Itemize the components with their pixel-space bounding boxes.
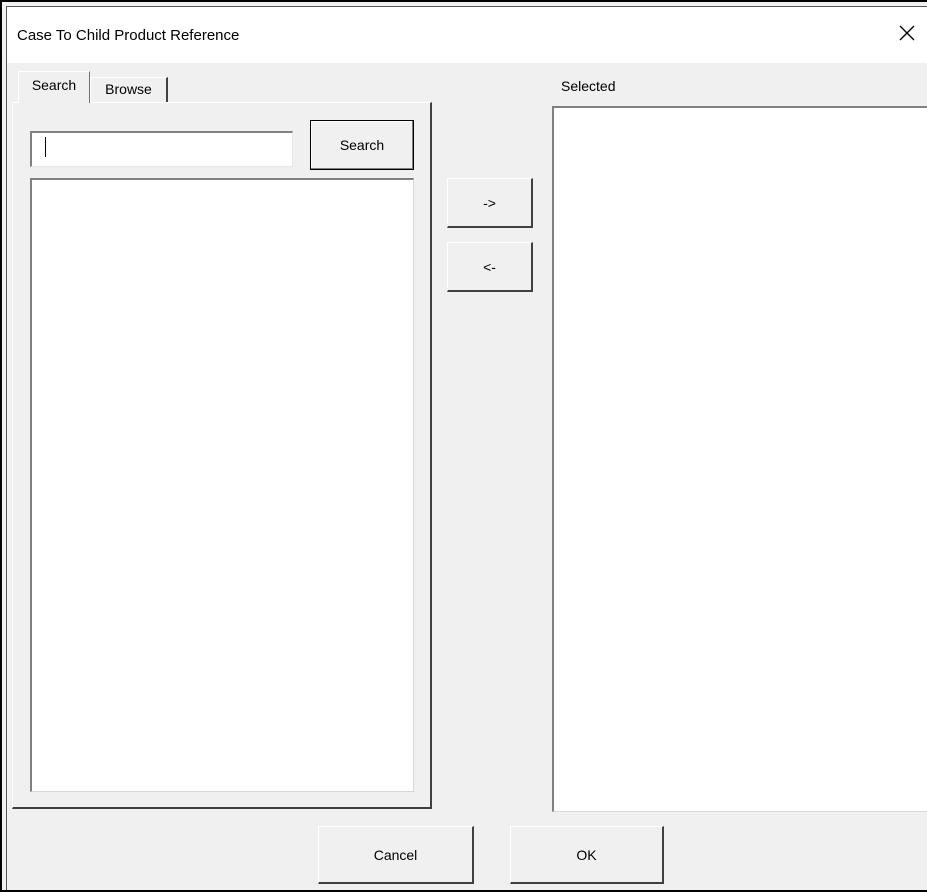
- title-bar: Case To Child Product Reference: [7, 7, 927, 63]
- tab-browse-label: Browse: [105, 81, 152, 97]
- add-to-selected-label: ->: [483, 194, 496, 211]
- search-button[interactable]: Search: [310, 120, 414, 170]
- selected-list[interactable]: [552, 106, 927, 812]
- selected-label: Selected: [561, 78, 616, 94]
- text-caret: [45, 137, 46, 157]
- ok-button[interactable]: OK: [510, 826, 664, 884]
- remove-from-selected-button[interactable]: <-: [447, 242, 533, 292]
- search-button-label: Search: [339, 137, 385, 153]
- search-input[interactable]: [30, 131, 293, 167]
- close-button[interactable]: [895, 21, 919, 45]
- window-title: Case To Child Product Reference: [17, 27, 240, 44]
- tab-search[interactable]: Search: [18, 71, 90, 103]
- cancel-button-label: Cancel: [373, 846, 418, 863]
- remove-from-selected-label: <-: [483, 258, 496, 275]
- cancel-button[interactable]: Cancel: [318, 826, 474, 884]
- add-to-selected-button[interactable]: ->: [447, 178, 533, 228]
- tab-search-label: Search: [31, 77, 77, 93]
- close-icon: [899, 25, 915, 41]
- search-results-list[interactable]: [30, 178, 414, 792]
- ok-button-label: OK: [576, 846, 597, 863]
- tab-browse[interactable]: Browse: [90, 77, 168, 103]
